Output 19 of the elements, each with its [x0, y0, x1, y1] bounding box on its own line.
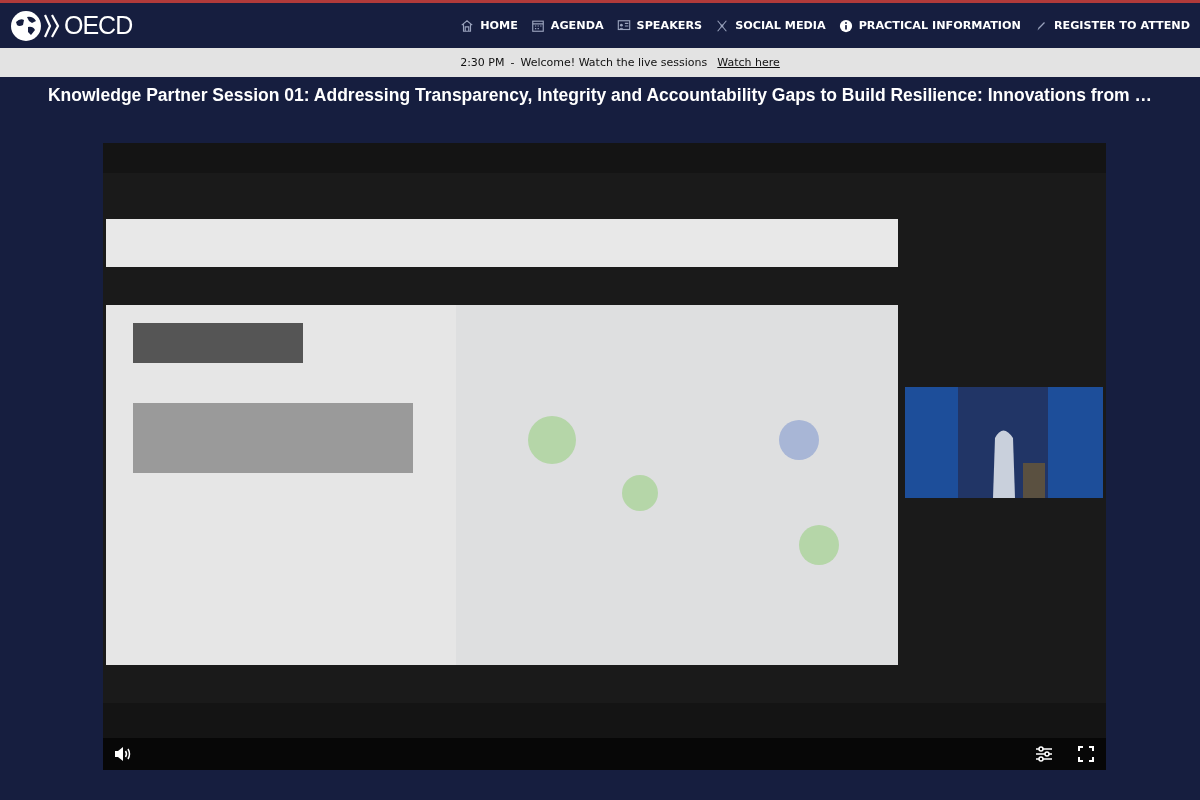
nav-link[interactable]: HOME: [460, 18, 518, 33]
presentation-icon: [616, 18, 631, 33]
globe-icon: [10, 9, 42, 42]
announcement-text: Welcome! Watch the live sessions: [520, 56, 708, 69]
chevrons-icon: [44, 13, 60, 38]
nav-link[interactable]: SPEAKERS: [616, 18, 703, 33]
nav-link[interactable]: AGENDA: [530, 18, 604, 33]
time-text: 2:30 PM: [460, 56, 505, 69]
info-icon: [838, 18, 853, 33]
nav-link[interactable]: REGISTER TO ATTEND: [1033, 18, 1190, 33]
nav-link[interactable]: PRACTICAL INFORMATION: [838, 18, 1021, 33]
calendar-icon: [530, 18, 545, 33]
nav-link[interactable]: SOCIAL MEDIA: [715, 18, 826, 33]
share-icon: [715, 18, 730, 33]
session-title: Knowledge Partner Session 01: Addressing Transparency, Integrity and Accountability Gaps to Build Resilience: Innovations from …: [47, 84, 1153, 107]
separator-text: -: [510, 56, 515, 69]
watch-link[interactable]: Watch here: [717, 56, 780, 69]
home-icon: [460, 18, 475, 33]
logo-text: OECD: [64, 11, 133, 40]
